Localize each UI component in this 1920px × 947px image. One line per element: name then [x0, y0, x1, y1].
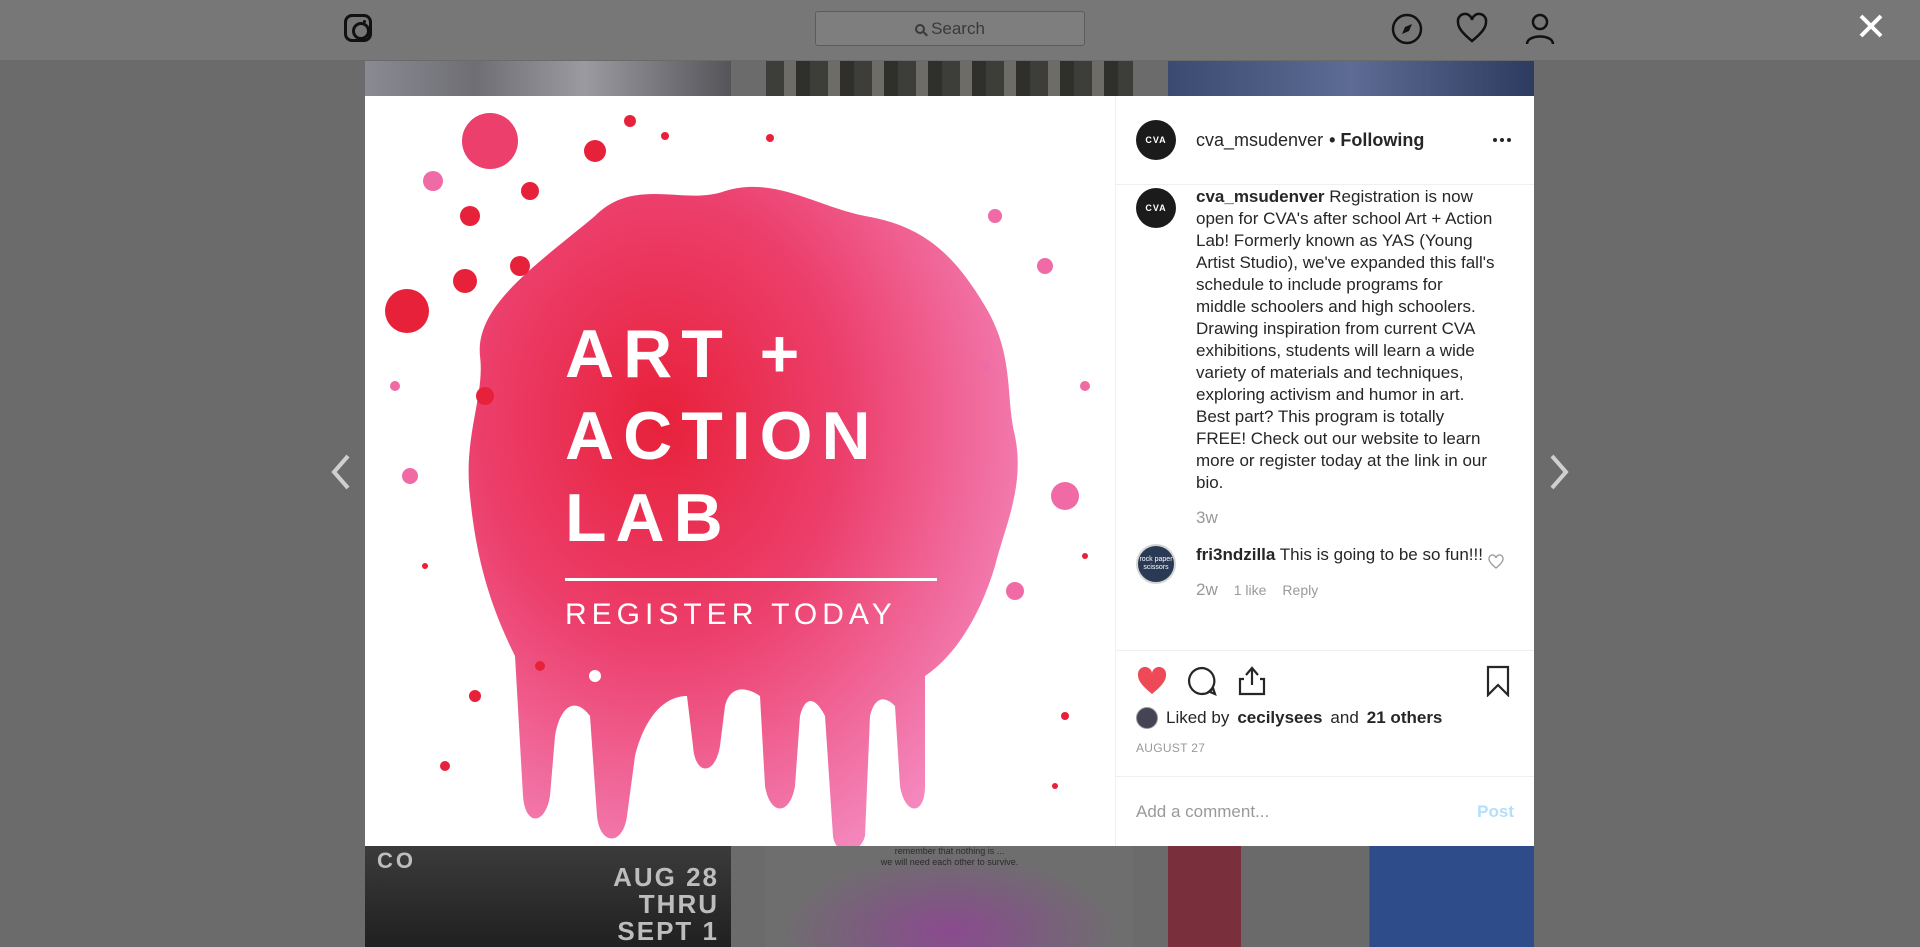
post-sidebar: CVA cva_msudenver • Following CVA cva_ms… [1115, 96, 1534, 846]
thumbnail-text: we will need each other to survive. [880, 857, 1019, 867]
compass-icon[interactable] [1390, 12, 1424, 46]
caption-comment: CVA cva_msudenver Registration is now op… [1136, 186, 1514, 528]
following-status[interactable]: • Following [1329, 130, 1424, 151]
caption-username[interactable]: cva_msudenver [1196, 187, 1325, 206]
caption-body: Registration is now open for CVA's after… [1196, 187, 1495, 492]
post-author: cva_msudenver • Following [1196, 130, 1424, 151]
comments-list: CVA cva_msudenver Registration is now op… [1116, 186, 1534, 646]
search-input[interactable]: Search [815, 11, 1085, 46]
grid-thumbnail[interactable]: CO AUG 28 THRU SEPT 1 [365, 846, 731, 947]
post-modal: ART + ACTION LAB REGISTER TODAY CVA cva_… [365, 96, 1534, 846]
caption-text: cva_msudenver Registration is now open f… [1196, 186, 1496, 494]
post-date[interactable]: AUGUST 27 [1136, 741, 1514, 755]
liker-username[interactable]: cecilysees [1237, 708, 1322, 728]
comment-username[interactable]: fri3ndzilla [1196, 545, 1275, 564]
comment-input[interactable] [1136, 801, 1478, 822]
next-post-arrow-icon[interactable] [1548, 452, 1570, 492]
grid-thumbnail[interactable] [766, 61, 1133, 96]
more-options-icon[interactable] [1490, 128, 1514, 152]
comment-text: fri3ndzilla This is going to be so fun!!… [1196, 544, 1496, 566]
likes-count-link[interactable]: 21 others [1367, 708, 1443, 728]
artwork-subtitle: REGISTER TODAY [565, 598, 897, 631]
post-image[interactable]: ART + ACTION LAB REGISTER TODAY [365, 96, 1115, 846]
top-navigation-bar: Search [0, 0, 1920, 61]
avatar[interactable]: CVA [1136, 120, 1176, 160]
thumbnail-text: remember that nothing is ... [894, 846, 1005, 856]
grid-thumbnail[interactable]: remember that nothing is ... we will nee… [766, 846, 1133, 947]
liked-by-summary: Liked by cecilysees and 21 others [1136, 707, 1514, 729]
thumbnail-text: CO [377, 848, 416, 873]
search-placeholder: Search [931, 18, 985, 38]
avatar[interactable] [1136, 707, 1158, 729]
reply-button[interactable]: Reply [1282, 582, 1318, 598]
previous-post-arrow-icon[interactable] [330, 452, 352, 492]
liked-heart-icon[interactable] [1136, 665, 1168, 697]
add-comment-section: Post [1116, 776, 1534, 846]
close-icon[interactable] [1857, 12, 1885, 40]
search-icon [915, 23, 926, 34]
caption-timestamp[interactable]: 3w [1196, 508, 1496, 528]
post-comment-button[interactable]: Post [1477, 802, 1514, 822]
profile-icon[interactable] [1523, 12, 1557, 46]
post-header: CVA cva_msudenver • Following [1116, 96, 1534, 185]
heart-activity-icon[interactable] [1455, 12, 1489, 46]
username-link[interactable]: cva_msudenver [1196, 130, 1323, 151]
thumbnail-dates: AUG 28 THRU SEPT 1 [613, 862, 719, 946]
bookmark-icon[interactable] [1482, 665, 1514, 697]
comment-meta: 2w 1 like Reply [1196, 580, 1496, 600]
artwork-title: ART + ACTION LAB [565, 316, 880, 556]
comment-timestamp[interactable]: 2w [1196, 580, 1218, 600]
share-icon[interactable] [1236, 665, 1268, 697]
grid-thumbnail[interactable] [365, 61, 731, 96]
comment-body: This is going to be so fun!!! [1279, 545, 1483, 564]
comment-like-heart-icon[interactable] [1488, 554, 1504, 570]
avatar[interactable]: CVA [1136, 188, 1176, 228]
comment-icon[interactable] [1186, 665, 1218, 697]
grid-thumbnail[interactable] [1168, 61, 1534, 96]
comment-like-count[interactable]: 1 like [1234, 582, 1267, 598]
post-actions: Liked by cecilysees and 21 others AUGUST… [1116, 650, 1534, 755]
instagram-logo-icon[interactable] [344, 14, 372, 42]
list-item: rock paper scissors fri3ndzilla This is … [1136, 544, 1514, 600]
grid-thumbnail[interactable] [1168, 846, 1534, 947]
avatar[interactable]: rock paper scissors [1136, 544, 1176, 584]
artwork-divider [565, 578, 937, 581]
